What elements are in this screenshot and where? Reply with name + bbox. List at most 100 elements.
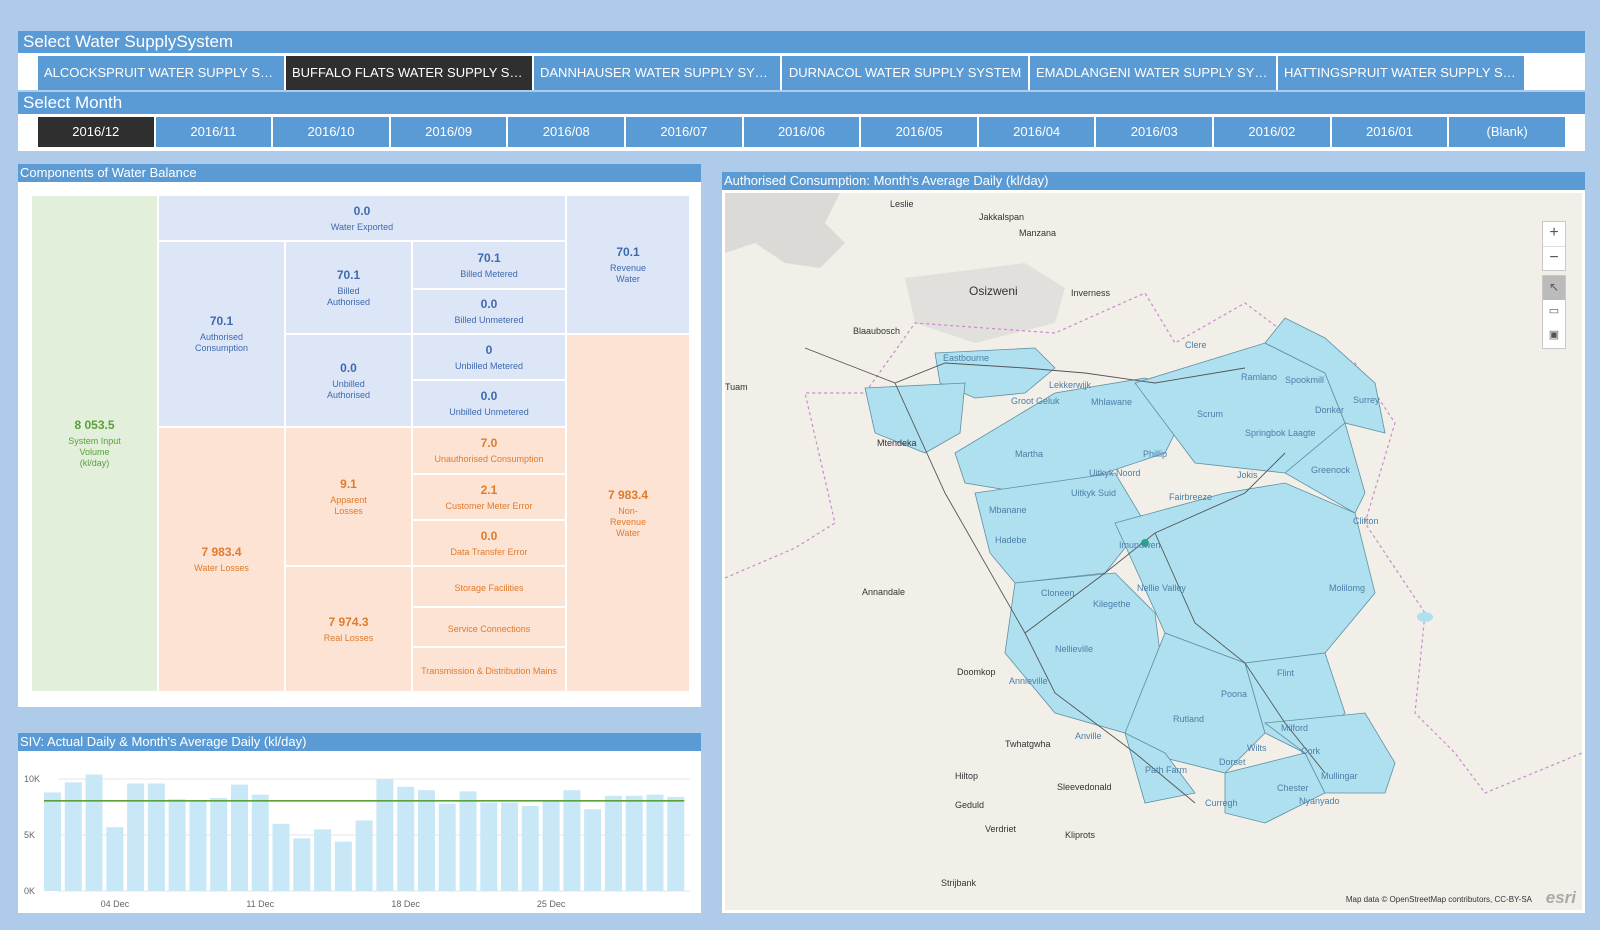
month-option[interactable]: 2016/11: [155, 117, 272, 147]
siv-bar[interactable]: [459, 791, 477, 891]
rect-select-icon[interactable]: ▭: [1543, 300, 1565, 324]
tile-apparent-losses[interactable]: 9.1 Apparent Losses: [285, 427, 412, 566]
pointer-select-icon[interactable]: ↖: [1543, 276, 1565, 300]
supply-system-option[interactable]: ALCOCKSPRUIT WATER SUPPLY SYSTEM: [38, 56, 284, 90]
tile-billed-authorised[interactable]: 70.1 Billed Authorised: [285, 241, 412, 334]
siv-bar[interactable]: [147, 783, 165, 891]
tile-unauthorised-consumption[interactable]: 7.0 Unauthorised Consumption: [412, 427, 566, 474]
siv-bar[interactable]: [64, 782, 82, 891]
map-urban-area: [725, 193, 845, 268]
customer-meter-error-label: Customer Meter Error: [445, 500, 533, 511]
supply-system-option[interactable]: DANNHAUSER WATER SUPPLY SYSTEM: [534, 56, 780, 90]
month-option[interactable]: 2016/09: [390, 117, 507, 147]
siv-bar[interactable]: [584, 809, 602, 891]
unbilled-unmetered-label: Unbilled Unmetered: [449, 407, 529, 417]
map-place-label: Phillip: [1143, 449, 1168, 459]
supply-system-option[interactable]: EMADLANGENI WATER SUPPLY SYSTEM: [1030, 56, 1276, 90]
tile-water-exported[interactable]: 0.0 Water Exported: [158, 195, 566, 241]
tile-unbilled-unmetered[interactable]: 0.0 Unbilled Unmetered: [412, 380, 566, 427]
siv-bar[interactable]: [355, 820, 373, 891]
map-place-label: Imundwen: [1119, 540, 1161, 550]
water-balance-grid: 8 053.5 System Input Volume (kl/day) 0.0…: [18, 182, 701, 707]
siv-bar[interactable]: [542, 801, 560, 891]
siv-bar[interactable]: [417, 790, 435, 891]
map-place-label: Doomkop: [957, 667, 996, 677]
zoom-out-button[interactable]: −: [1543, 246, 1565, 270]
map-place-label: Chester: [1277, 783, 1309, 793]
month-option[interactable]: 2016/07: [626, 117, 742, 147]
zoom-in-button[interactable]: +: [1543, 222, 1565, 246]
siv-bar[interactable]: [667, 796, 685, 891]
siv-bar[interactable]: [501, 802, 519, 891]
tile-unbilled-metered[interactable]: 0 Unbilled Metered: [412, 334, 566, 380]
siv-chart-svg: 0K 5K 10K 04 Dec 11 Dec 18 Dec 25 Dec: [24, 774, 690, 909]
siv-bar[interactable]: [334, 841, 352, 891]
month-option[interactable]: 2016/12: [38, 117, 154, 147]
map-place-label: Ramlano: [1241, 372, 1278, 382]
month-option[interactable]: 2016/05: [861, 117, 977, 147]
siv-bar[interactable]: [314, 829, 332, 891]
month-option[interactable]: 2016/03: [1096, 117, 1213, 147]
map-place-label: Mbanane: [989, 505, 1027, 515]
map-place-label: Hadebe: [995, 535, 1027, 545]
billed-metered-label: Billed Metered: [460, 268, 518, 279]
siv-bar[interactable]: [272, 823, 290, 891]
map-place-label: Jokis: [1237, 470, 1258, 480]
tile-system-input[interactable]: 8 053.5 System Input Volume (kl/day): [31, 195, 158, 692]
siv-bar[interactable]: [646, 794, 664, 891]
month-option[interactable]: 2016/01: [1331, 117, 1448, 147]
siv-bar[interactable]: [189, 801, 207, 891]
esri-logo: esri: [1545, 888, 1576, 907]
siv-bar[interactable]: [85, 774, 103, 891]
month-option[interactable]: 2016/08: [508, 117, 625, 147]
tile-real-losses[interactable]: 7 974.3 Real Losses: [285, 566, 412, 692]
tile-water-losses[interactable]: 7 983.4 Water Losses: [158, 427, 285, 692]
supply-slicer-title: Select Water SupplySystem: [18, 31, 1585, 53]
siv-bar[interactable]: [397, 786, 415, 891]
siv-bar[interactable]: [210, 798, 228, 891]
tile-data-transfer-error[interactable]: 0.0 Data Transfer Error: [412, 520, 566, 566]
map-frame: Osizweni Leslie Jakkalspan Manzana Inverness…: [722, 190, 1585, 913]
tile-billed-unmetered[interactable]: 0.0 Billed Unmetered: [412, 289, 566, 334]
month-option[interactable]: 2016/06: [743, 117, 860, 147]
siv-bar[interactable]: [521, 805, 539, 891]
non-revenue-water-value: 7 983.4: [607, 487, 649, 502]
billed-unmetered-label: Billed Unmetered: [454, 315, 524, 325]
tile-service-connections[interactable]: Service Connections: [412, 607, 566, 647]
siv-bar[interactable]: [168, 799, 186, 891]
water-balance-title: Components of Water Balance: [18, 164, 701, 182]
supply-system-option[interactable]: BUFFALO FLATS WATER SUPPLY SYSTE...: [286, 56, 532, 90]
supply-system-option[interactable]: DURNACOL WATER SUPPLY SYSTEM: [782, 56, 1028, 90]
tile-revenue-water[interactable]: 70.1 Revenue Water: [566, 195, 690, 334]
tile-billed-metered[interactable]: 70.1 Billed Metered: [412, 241, 566, 289]
revenue-water-label: Revenue Water: [609, 262, 647, 284]
siv-bar[interactable]: [106, 827, 124, 891]
month-option[interactable]: 2016/02: [1214, 117, 1330, 147]
tile-customer-meter-error[interactable]: 2.1 Customer Meter Error: [412, 474, 566, 520]
siv-bar[interactable]: [376, 779, 394, 891]
supply-system-option[interactable]: HATTINGSPRUIT WATER SUPPLY SYST...: [1278, 56, 1524, 90]
tile-non-revenue-water[interactable]: 7 983.4 Non-Revenue Water: [566, 334, 690, 692]
siv-bar[interactable]: [625, 795, 643, 891]
month-option[interactable]: (Blank): [1449, 117, 1565, 147]
tile-authorised-consumption[interactable]: 70.1 Authorised Consumption: [158, 241, 285, 427]
siv-bar[interactable]: [293, 838, 311, 891]
tile-transmission-mains[interactable]: Transmission & Distribution Mains: [412, 647, 566, 692]
map-place-label: Manzana: [1019, 228, 1057, 238]
map-place-label: Milford: [1281, 723, 1309, 733]
map-title: Authorised Consumption: Month's Average …: [722, 172, 1585, 190]
siv-bar[interactable]: [44, 792, 62, 891]
siv-bar[interactable]: [563, 790, 581, 891]
siv-bar[interactable]: [604, 795, 622, 891]
siv-bar[interactable]: [251, 794, 269, 891]
siv-bar[interactable]: [127, 783, 145, 891]
tile-storage-facilities[interactable]: Storage Facilities: [412, 566, 566, 607]
siv-bar[interactable]: [438, 803, 456, 891]
tile-unbilled-authorised[interactable]: 0.0 Unbilled Authorised: [285, 334, 412, 427]
month-option[interactable]: 2016/10: [273, 117, 389, 147]
lasso-select-icon[interactable]: ▣: [1543, 324, 1565, 348]
month-option[interactable]: 2016/04: [978, 117, 1095, 147]
siv-bar[interactable]: [480, 802, 498, 891]
map-canvas[interactable]: Osizweni Leslie Jakkalspan Manzana Inverness…: [725, 193, 1582, 910]
apparent-losses-label: Apparent Losses: [330, 494, 367, 516]
